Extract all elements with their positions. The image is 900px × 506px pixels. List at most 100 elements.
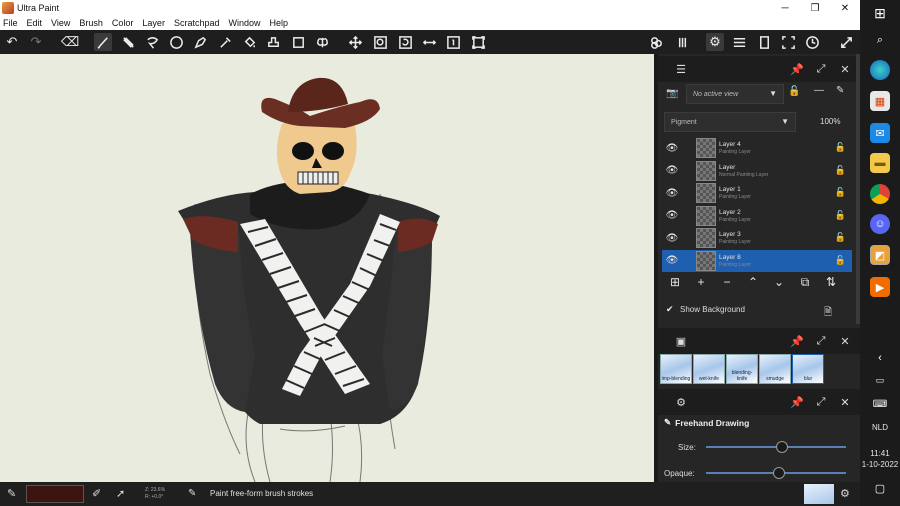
view-select[interactable]: No active view ▼: [686, 84, 784, 104]
search-icon[interactable]: ⌕: [870, 30, 890, 50]
close-panel-icon[interactable]: ✕: [838, 395, 852, 409]
keyboard-icon[interactable]: ⌨: [870, 394, 890, 414]
pin-icon[interactable]: 📌: [790, 334, 804, 348]
lock-icon[interactable]: 🔓: [835, 210, 846, 221]
menu-help[interactable]: Help: [269, 18, 288, 28]
pin-icon[interactable]: 📌: [790, 395, 804, 409]
chrome-icon[interactable]: [870, 184, 890, 204]
paper-icon[interactable]: [755, 33, 773, 51]
notification-icon[interactable]: ▢: [870, 478, 890, 498]
duplicate-layer-icon[interactable]: ⧉: [792, 271, 818, 293]
show-background-checkbox[interactable]: ✔ Show Background: [666, 304, 745, 314]
clock-date[interactable]: 1-10-2022: [860, 459, 900, 470]
stamp-icon[interactable]: [264, 33, 282, 51]
paintbrush-icon[interactable]: [94, 33, 112, 51]
menu-window[interactable]: Window: [228, 18, 260, 28]
remove-view-icon[interactable]: —: [814, 85, 824, 96]
edge-browser-icon[interactable]: [870, 60, 890, 80]
symmetry-icon[interactable]: [313, 33, 331, 51]
restore-icon[interactable]: ❐: [800, 0, 830, 16]
chevron-left-icon[interactable]: ‹: [870, 348, 890, 368]
pen-icon[interactable]: [191, 33, 209, 51]
lock-icon[interactable]: 🔓: [835, 142, 846, 153]
layer-options-icon[interactable]: ⇅: [818, 271, 844, 293]
layer-row[interactable]: 👁 Layer 8 Painting Layer 🔓: [662, 249, 852, 272]
actual-size-icon[interactable]: [444, 33, 462, 51]
discord-icon[interactable]: ☺: [870, 214, 890, 234]
camera-icon[interactable]: 📷: [666, 88, 678, 99]
clock-time[interactable]: 11:41: [860, 448, 900, 459]
history-icon[interactable]: [803, 33, 821, 51]
eye-icon[interactable]: 👁: [662, 165, 682, 176]
menu-scratchpad[interactable]: Scratchpad: [174, 18, 220, 28]
painting-canvas[interactable]: [0, 54, 654, 482]
crop-icon[interactable]: [289, 33, 307, 51]
opaque-slider-knob[interactable]: [772, 467, 785, 479]
eye-icon[interactable]: 👁: [662, 188, 682, 199]
windows-start-icon[interactable]: ⊞: [870, 3, 890, 23]
layers-icon[interactable]: [730, 33, 748, 51]
battery-icon[interactable]: ▭: [870, 370, 890, 390]
minimize-icon[interactable]: ─: [770, 0, 800, 16]
lock-view-icon[interactable]: 🔓: [788, 86, 800, 97]
fill-bucket-icon[interactable]: [240, 33, 258, 51]
eyedropper-icon[interactable]: [216, 33, 234, 51]
lock-icon[interactable]: 🔓: [835, 255, 846, 266]
eye-icon[interactable]: 👁: [662, 143, 682, 154]
close-panel-icon[interactable]: ✕: [838, 334, 852, 348]
layer-row[interactable]: 👁 Layer 3 Painting Layer 🔓: [662, 227, 852, 249]
fit-screen-icon[interactable]: [469, 33, 487, 51]
move-icon[interactable]: [346, 33, 364, 51]
menu-color[interactable]: Color: [112, 18, 134, 28]
smudge-icon[interactable]: [119, 33, 137, 51]
size-slider-knob[interactable]: [775, 441, 788, 453]
page-icon[interactable]: 🗎: [824, 305, 832, 322]
undock-icon[interactable]: ⤢: [814, 395, 828, 409]
close-panel-icon[interactable]: ✕: [838, 62, 852, 76]
lasso-icon[interactable]: [143, 33, 161, 51]
undock-icon[interactable]: ⤢: [814, 334, 828, 348]
move-up-icon[interactable]: ⌃: [740, 271, 766, 293]
menu-edit[interactable]: Edit: [27, 18, 43, 28]
brush-library-icon[interactable]: [673, 33, 691, 51]
language-indicator[interactable]: NLD: [860, 422, 900, 433]
store-icon[interactable]: ▦: [870, 91, 890, 111]
pointer-icon[interactable]: ➚: [116, 487, 125, 500]
remove-layer-icon[interactable]: −: [714, 271, 740, 293]
layer-row[interactable]: 👁 Layer 2 Painting Layer 🔓: [662, 205, 852, 227]
edit-view-icon[interactable]: ✎: [836, 85, 844, 96]
settings-icon[interactable]: ⚙: [706, 33, 724, 51]
eye-icon[interactable]: 👁: [662, 210, 682, 221]
lock-icon[interactable]: 🔓: [835, 165, 846, 176]
menu-view[interactable]: View: [51, 18, 70, 28]
color-mixer-icon[interactable]: [647, 33, 665, 51]
brush-preset[interactable]: wet-knife: [693, 354, 725, 384]
brush-preset-icon[interactable]: ▣: [674, 334, 688, 348]
brush-settings-icon[interactable]: ⚙: [840, 487, 850, 500]
menu-brush[interactable]: Brush: [79, 18, 103, 28]
layers-icon[interactable]: ☰: [674, 62, 688, 76]
eye-icon[interactable]: 👁: [662, 255, 682, 266]
mail-icon[interactable]: ✉: [870, 123, 890, 143]
lock-icon[interactable]: 🔓: [835, 232, 846, 243]
brush-preset[interactable]: smudge: [759, 354, 791, 384]
layer-row[interactable]: 👁 Layer Normal Painting Layer 🔓: [662, 160, 852, 182]
eraser-icon[interactable]: ⌫: [61, 33, 79, 51]
opacity-value[interactable]: 100%: [820, 117, 840, 126]
undock-icon[interactable]: ⤢: [814, 62, 828, 76]
flip-icon[interactable]: [420, 33, 438, 51]
gear-icon[interactable]: ⚙: [674, 395, 688, 409]
file-explorer-icon[interactable]: ▬: [870, 153, 890, 173]
lock-icon[interactable]: 🔓: [835, 187, 846, 198]
fullscreen-icon[interactable]: [779, 33, 797, 51]
edit-brush-icon[interactable]: ✐: [92, 487, 101, 500]
close-icon[interactable]: ✕: [830, 0, 860, 16]
ultra-paint-icon[interactable]: ◩: [870, 245, 890, 265]
eye-icon[interactable]: 👁: [662, 233, 682, 244]
brush-preset[interactable]: imp-blending: [660, 354, 692, 384]
brush-preview[interactable]: [804, 484, 834, 504]
add-layer-group-icon[interactable]: ⊞: [662, 271, 688, 293]
brush-icon[interactable]: ✎: [7, 487, 16, 500]
menu-file[interactable]: File: [3, 18, 18, 28]
rotate-icon[interactable]: [396, 33, 414, 51]
